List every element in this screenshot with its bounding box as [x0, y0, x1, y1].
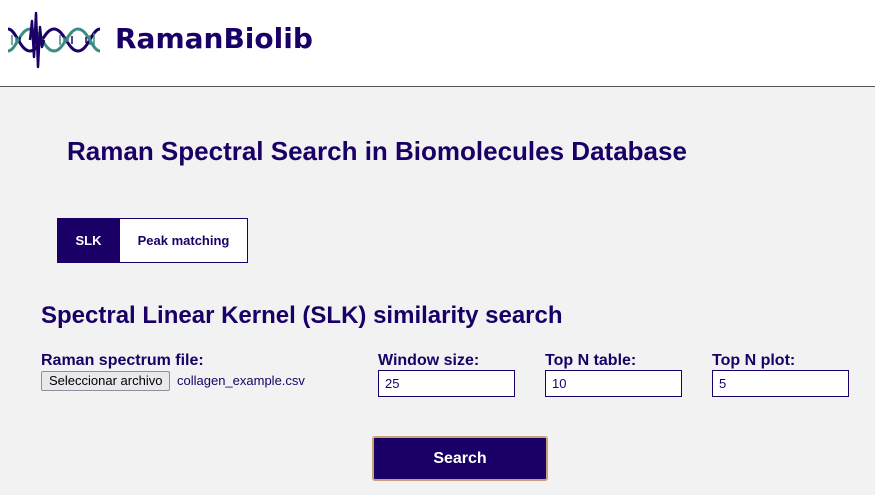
choose-file-button[interactable]: Seleccionar archivo [41, 371, 171, 391]
page-title: Raman Spectral Search in Biomolecules Da… [67, 136, 687, 166]
section-title: Spectral Linear Kernel (SLK) similarity … [41, 302, 563, 329]
app-header: RamanBiolib [0, 0, 875, 87]
top-n-plot-label: Top N plot: [712, 352, 796, 369]
dna-spectrum-logo-icon [7, 11, 101, 69]
search-button[interactable]: Search [372, 436, 548, 481]
tab-slk[interactable]: SLK [58, 219, 119, 262]
file-label: Raman spectrum file: [41, 352, 204, 369]
tab-peak-matching[interactable]: Peak matching [119, 219, 247, 262]
top-n-plot-input[interactable] [712, 370, 849, 397]
top-n-table-label: Top N table: [545, 352, 637, 369]
brand-name: RamanBiolib [115, 22, 313, 55]
window-size-input[interactable] [378, 370, 515, 397]
selected-file-name: collagen_example.csv [177, 373, 305, 388]
search-mode-tabs: SLK Peak matching [57, 218, 248, 263]
window-size-label: Window size: [378, 352, 480, 369]
top-n-table-input[interactable] [545, 370, 682, 397]
